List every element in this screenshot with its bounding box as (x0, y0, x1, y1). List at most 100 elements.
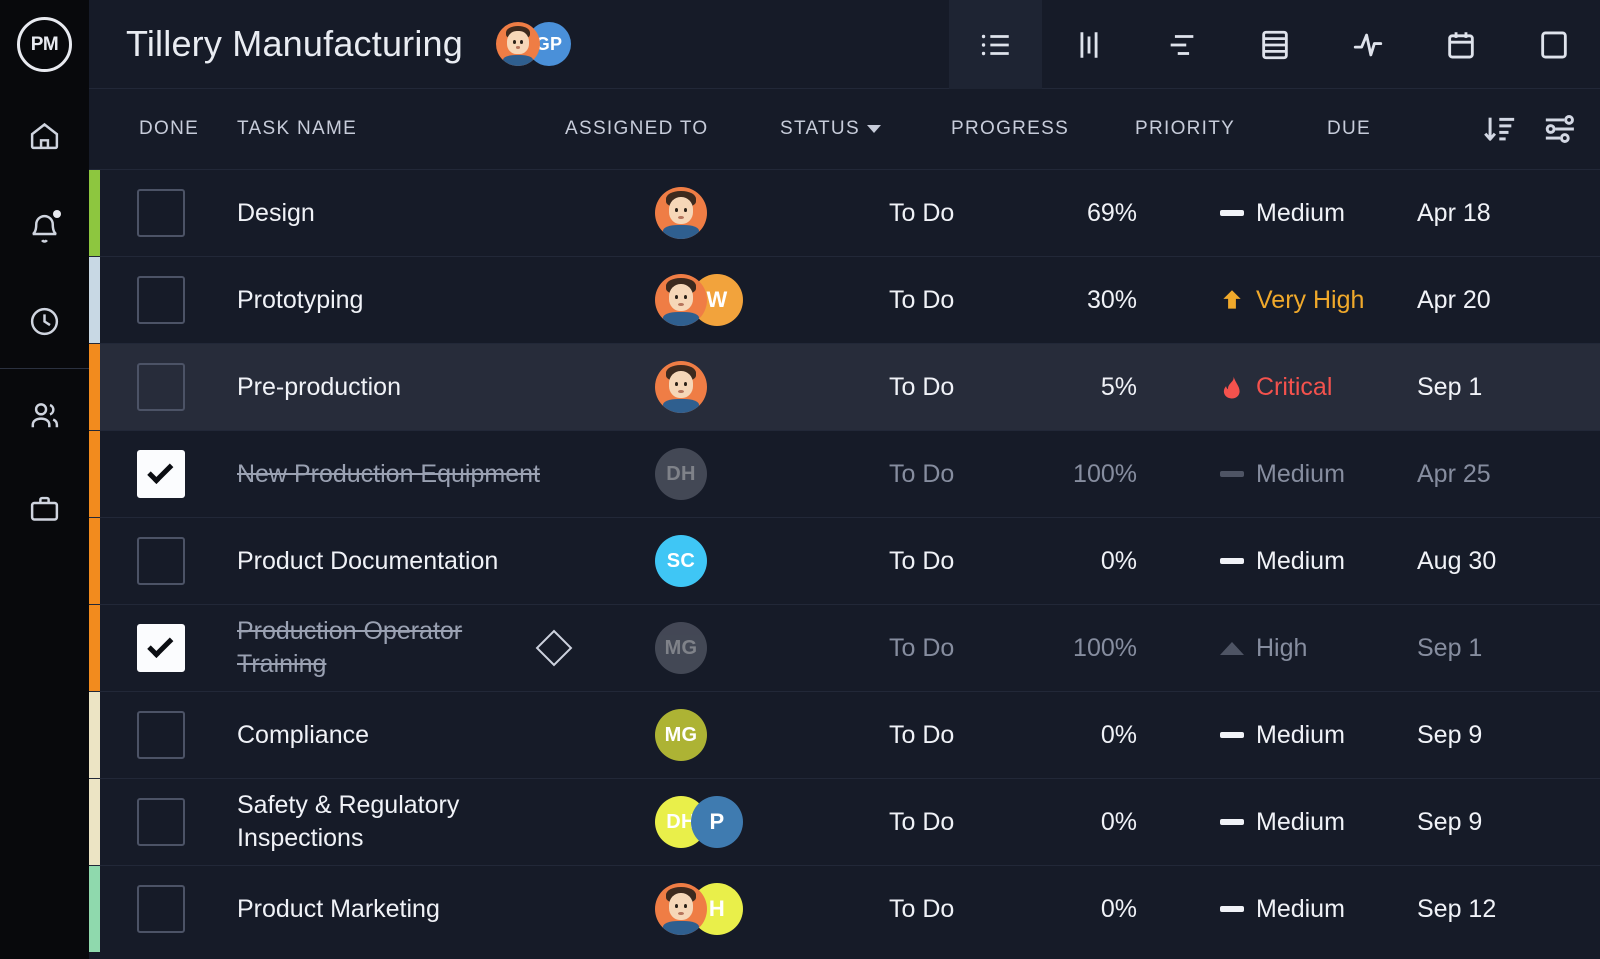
row-due-cell[interactable]: Sep 12 (1417, 895, 1496, 924)
row-due-cell[interactable]: Aug 30 (1417, 547, 1496, 576)
row-priority-cell[interactable]: Medium (1219, 460, 1345, 489)
row-progress-cell[interactable]: 100% (1019, 460, 1137, 489)
row-status-cell[interactable]: To Do (889, 547, 954, 576)
column-header-progress[interactable]: PROGRESS (951, 118, 1069, 140)
sliders-icon[interactable] (1542, 112, 1578, 146)
row-priority-cell[interactable]: Critical (1219, 373, 1332, 402)
table-row[interactable]: Pre-production To Do 5% Critical Sep 1 (89, 343, 1600, 430)
row-task-name-cell[interactable]: Prototyping (237, 284, 567, 317)
row-progress-cell[interactable]: 0% (1019, 895, 1137, 924)
row-status-cell[interactable]: To Do (889, 634, 954, 663)
table-row[interactable]: Production Operator Training MG To Do 100% H… (89, 604, 1600, 691)
row-due-cell[interactable]: Apr 18 (1417, 199, 1491, 228)
row-task-name-cell[interactable]: New Production Equipment (237, 458, 567, 491)
avatar[interactable] (655, 883, 707, 935)
row-task-name-cell[interactable]: Safety & Regulatory Inspections (237, 789, 567, 855)
row-done-checkbox[interactable] (137, 276, 185, 324)
column-header-due[interactable]: DUE (1327, 118, 1371, 140)
row-assignees-cell[interactable]: SC (655, 535, 707, 587)
row-assignees-cell[interactable]: MG (655, 709, 707, 761)
row-done-checkbox[interactable] (137, 711, 185, 759)
column-header-task-name[interactable]: TASK NAME (237, 118, 357, 140)
avatar[interactable]: DH (655, 448, 707, 500)
row-due-cell[interactable]: Sep 9 (1417, 721, 1482, 750)
tab-calendar-view[interactable] (1414, 0, 1507, 89)
tab-workload-view[interactable] (1321, 0, 1414, 89)
row-progress-cell[interactable]: 69% (1019, 199, 1137, 228)
avatar[interactable] (655, 187, 707, 239)
avatar[interactable]: MG (655, 622, 707, 674)
tab-gantt-view[interactable] (1135, 0, 1228, 89)
row-status-cell[interactable]: To Do (889, 286, 954, 315)
sidebar-item-portfolio[interactable] (0, 462, 89, 555)
column-header-status[interactable]: STATUS (780, 118, 881, 140)
sidebar-item-people[interactable] (0, 369, 89, 462)
row-task-name-cell[interactable]: Production Operator Training (237, 615, 573, 681)
app-logo[interactable]: PM (0, 0, 89, 89)
row-progress-cell[interactable]: 5% (1019, 373, 1137, 402)
avatar[interactable]: P (691, 796, 743, 848)
avatar[interactable]: SC (655, 535, 707, 587)
row-assignees-cell[interactable]: W (655, 274, 743, 326)
column-header-done[interactable]: DONE (139, 118, 199, 140)
row-task-name-cell[interactable]: Compliance (237, 719, 567, 752)
avatar[interactable]: MG (655, 709, 707, 761)
table-row[interactable]: Product Marketing H To Do 0% Medium Sep 12 (89, 865, 1600, 952)
row-progress-cell[interactable]: 0% (1019, 547, 1137, 576)
sidebar-item-timesheets[interactable] (0, 275, 89, 368)
row-assignees-cell[interactable] (655, 187, 707, 239)
row-assignees-cell[interactable]: H (655, 883, 743, 935)
row-progress-cell[interactable]: 30% (1019, 286, 1137, 315)
row-status-cell[interactable]: To Do (889, 721, 954, 750)
row-done-checkbox[interactable] (137, 189, 185, 237)
row-assignees-cell[interactable]: DH (655, 448, 707, 500)
avatar[interactable] (496, 22, 540, 66)
row-done-checkbox[interactable] (137, 363, 185, 411)
tab-sheet-view[interactable] (1228, 0, 1321, 89)
row-assignees-cell[interactable]: MG (655, 622, 707, 674)
row-priority-cell[interactable]: High (1219, 634, 1307, 663)
sidebar-item-notifications[interactable] (0, 182, 89, 275)
row-progress-cell[interactable]: 100% (1019, 634, 1137, 663)
sort-descending-icon[interactable] (1482, 112, 1518, 146)
row-priority-cell[interactable]: Medium (1219, 895, 1345, 924)
row-task-name-cell[interactable]: Design (237, 197, 567, 230)
row-status-cell[interactable]: To Do (889, 373, 954, 402)
row-done-checkbox[interactable] (137, 450, 185, 498)
tab-more-view[interactable] (1507, 0, 1600, 89)
table-row[interactable]: Compliance MG To Do 0% Medium Sep 9 (89, 691, 1600, 778)
row-due-cell[interactable]: Apr 20 (1417, 286, 1491, 315)
tab-board-view[interactable] (1042, 0, 1135, 89)
table-row[interactable]: Product Documentation SC To Do 0% Medium Aug … (89, 517, 1600, 604)
row-status-cell[interactable]: To Do (889, 199, 954, 228)
table-row[interactable]: Design To Do 69% Medium Apr 18 (89, 169, 1600, 256)
row-done-checkbox[interactable] (137, 798, 185, 846)
row-due-cell[interactable]: Sep 9 (1417, 808, 1482, 837)
table-row[interactable]: Prototyping W To Do 30% Very High Apr 20 (89, 256, 1600, 343)
row-done-checkbox[interactable] (137, 885, 185, 933)
row-status-cell[interactable]: To Do (889, 808, 954, 837)
row-priority-cell[interactable]: Medium (1219, 721, 1345, 750)
row-progress-cell[interactable]: 0% (1019, 808, 1137, 837)
row-due-cell[interactable]: Sep 1 (1417, 634, 1482, 663)
table-row[interactable]: New Production Equipment DH To Do 100% Mediu… (89, 430, 1600, 517)
row-priority-cell[interactable]: Very High (1219, 286, 1364, 315)
row-done-checkbox[interactable] (137, 624, 185, 672)
column-header-assigned-to[interactable]: ASSIGNED TO (565, 118, 708, 140)
row-status-cell[interactable]: To Do (889, 895, 954, 924)
row-priority-cell[interactable]: Medium (1219, 199, 1345, 228)
row-task-name-cell[interactable]: Pre-production (237, 371, 567, 404)
row-due-cell[interactable]: Apr 25 (1417, 460, 1491, 489)
row-priority-cell[interactable]: Medium (1219, 808, 1345, 837)
row-done-checkbox[interactable] (137, 537, 185, 585)
sidebar-item-home[interactable] (0, 89, 89, 182)
row-task-name-cell[interactable]: Product Documentation (237, 545, 567, 578)
table-row[interactable]: Safety & Regulatory Inspections DH P To Do 0… (89, 778, 1600, 865)
avatar[interactable] (655, 274, 707, 326)
row-priority-cell[interactable]: Medium (1219, 547, 1345, 576)
avatar[interactable] (655, 361, 707, 413)
row-task-name-cell[interactable]: Product Marketing (237, 893, 567, 926)
row-due-cell[interactable]: Sep 1 (1417, 373, 1482, 402)
row-status-cell[interactable]: To Do (889, 460, 954, 489)
tab-list-view[interactable] (949, 0, 1042, 89)
